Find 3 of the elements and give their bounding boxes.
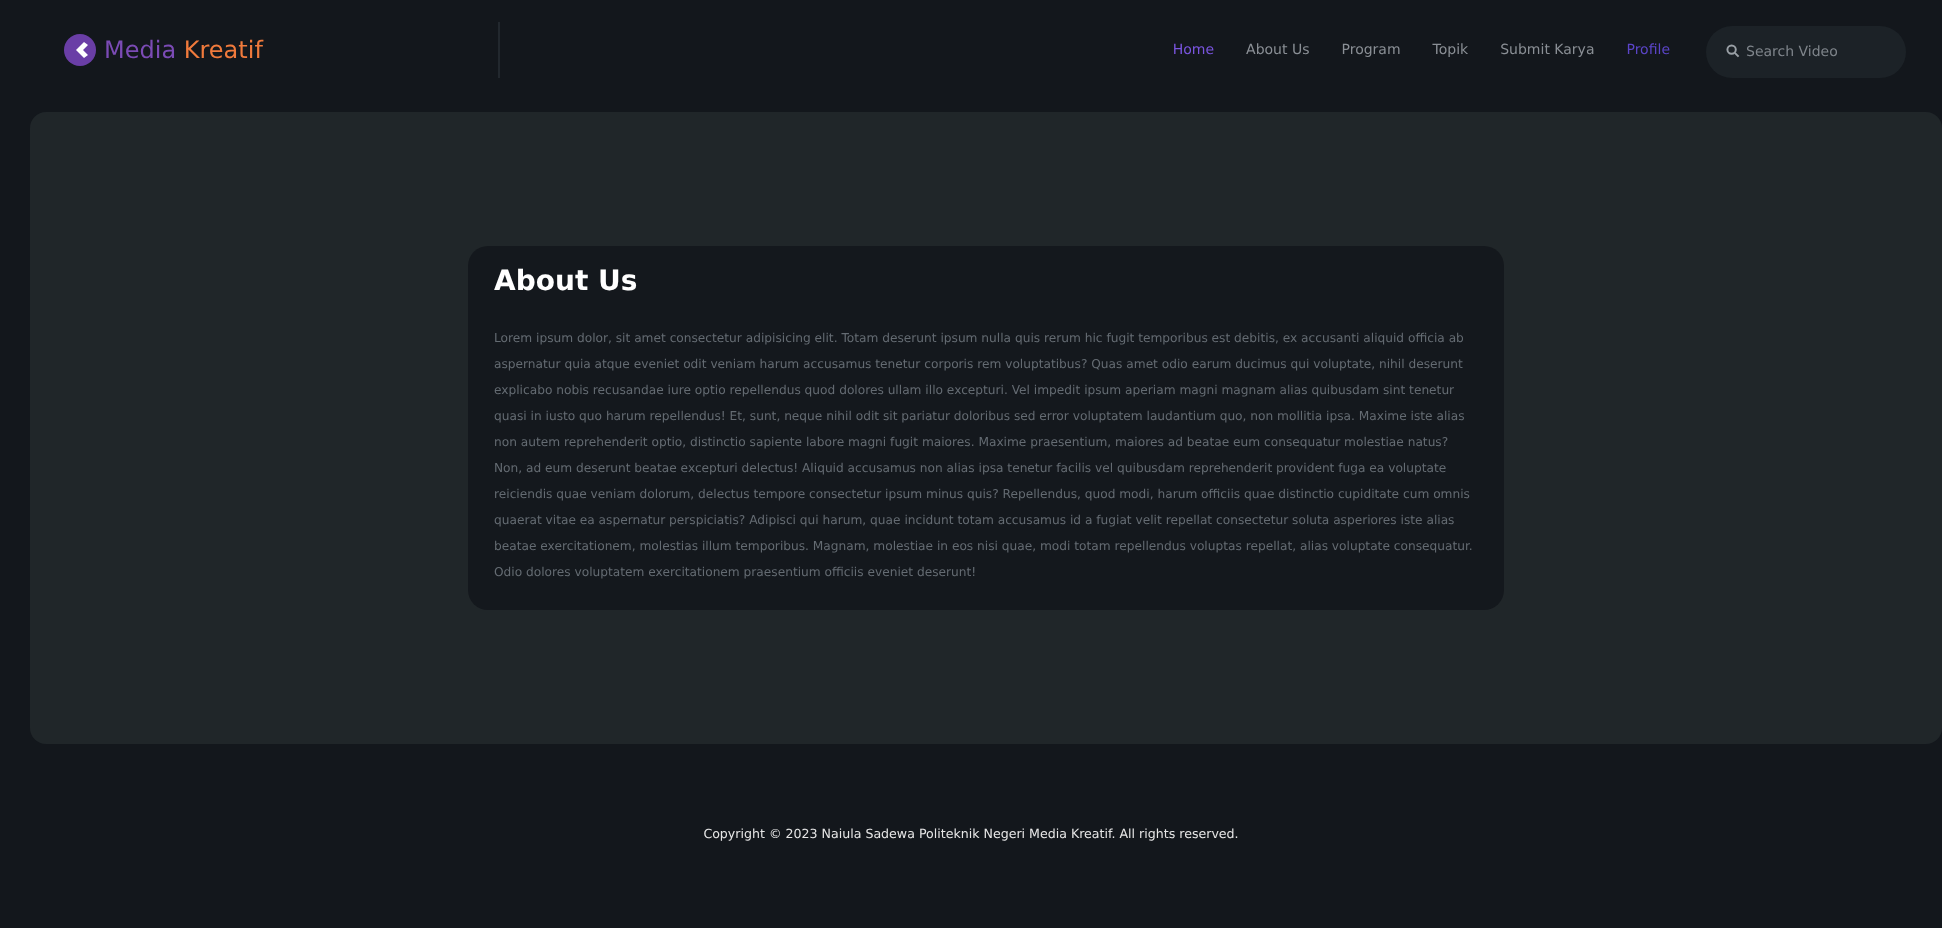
about-title: About Us: [494, 265, 640, 299]
brand-logo[interactable]: Media Kreatif: [64, 32, 263, 68]
logo-icon: [64, 34, 96, 66]
